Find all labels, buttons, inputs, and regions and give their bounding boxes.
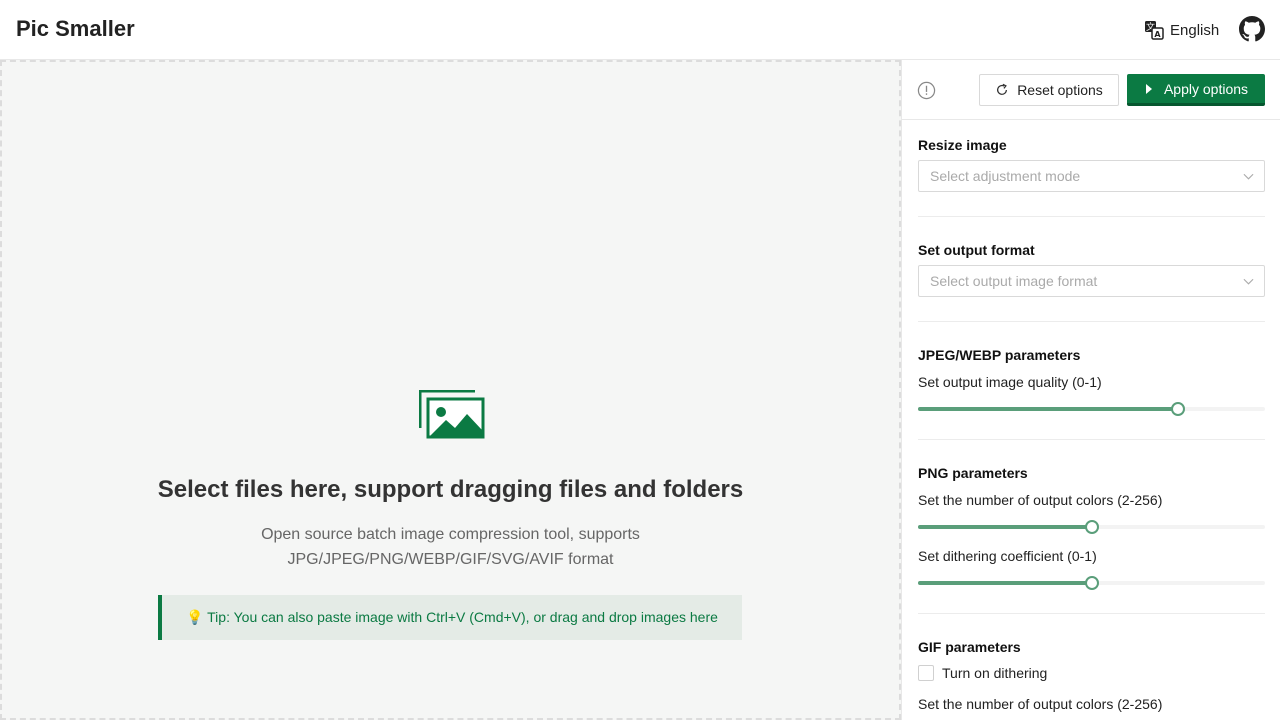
resize-title: Resize image [918,137,1007,153]
reset-options-label: Reset options [1017,82,1103,98]
paste-tip: 💡 Tip: You can also paste image with Ctr… [158,595,742,640]
gif-colors-label: Set the number of output colors (2-256) [918,696,1163,712]
slider-handle[interactable] [1171,402,1185,416]
resize-section-title: Resize image [918,136,1265,154]
app-header: Pic Smaller 文 A English [0,0,1280,60]
divider [918,216,1265,217]
gif-section-title: GIF parameters [918,638,1265,656]
quality-label: Set output image quality (0-1) [918,374,1102,390]
quality-slider[interactable] [918,402,1265,416]
adjustment-mode-select[interactable]: Select adjustment mode [918,160,1265,192]
apply-options-button[interactable]: Apply options [1127,74,1265,106]
gif-dither-toggle[interactable]: Turn on dithering [918,665,1047,681]
slider-handle[interactable] [1085,576,1099,590]
slider-handle[interactable] [1085,520,1099,534]
drop-zone-description-line-1: Open source batch image compression tool… [261,526,640,543]
format-title: Set output format [918,242,1035,258]
reload-icon [997,83,1008,95]
slider-track [918,581,1092,585]
output-format-select[interactable]: Select output image format [918,265,1265,297]
gif-dither-checkbox[interactable] [918,665,934,681]
png-colors-slider[interactable] [918,520,1265,534]
format-section-title: Set output format [918,241,1265,259]
info-icon[interactable] [917,81,936,100]
chevron-down-icon [1243,173,1254,180]
apply-options-label: Apply options [1163,80,1249,97]
drop-zone-description: Open source batch image compression tool… [2,522,899,572]
png-title: PNG parameters [918,465,1028,481]
png-dither-label: Set dithering coefficient (0-1) [918,548,1097,564]
png-section-title: PNG parameters [918,464,1265,482]
chevron-down-icon [1243,278,1254,285]
caret-right-icon [1145,83,1152,94]
slider-track [918,525,1092,529]
svg-text:A: A [1154,30,1161,39]
options-toolbar: Reset options Apply options [902,60,1280,120]
drop-zone-title: Select files here, support dragging file… [157,476,744,503]
gif-title: GIF parameters [918,639,1021,655]
language-switcher[interactable]: 文 A English [1144,19,1219,41]
adjustment-mode-placeholder: Select adjustment mode [930,168,1081,184]
options-panel: Reset options Apply options Resize image… [901,60,1280,720]
github-icon[interactable] [1239,16,1265,42]
drop-zone-description-line-2: JPG/JPEG/PNG/WEBP/GIF/SVG/AVIF format [287,551,614,568]
reset-options-button[interactable]: Reset options [979,74,1119,106]
divider [918,613,1265,614]
divider [918,321,1265,322]
gif-dither-label: Turn on dithering [942,665,1048,681]
slider-track [918,407,1178,411]
output-format-placeholder: Select output image format [930,273,1098,289]
language-label: English [1170,21,1220,39]
png-dither-slider[interactable] [918,576,1265,590]
jpeg-title: JPEG/WEBP parameters [918,347,1081,363]
images-icon [419,390,485,439]
app-title: Pic Smaller [16,16,135,41]
translate-icon: 文 A [1145,21,1164,40]
file-drop-zone[interactable]: Select files here, support dragging file… [0,60,901,720]
divider [918,439,1265,440]
jpeg-section-title: JPEG/WEBP parameters [918,346,1265,364]
png-colors-label: Set the number of output colors (2-256) [918,492,1163,508]
